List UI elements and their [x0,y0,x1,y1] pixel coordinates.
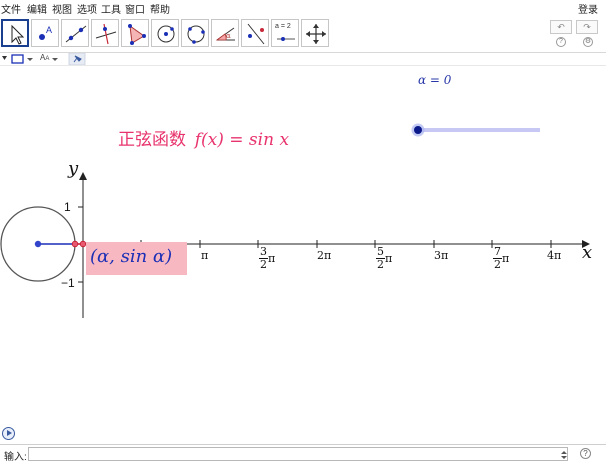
frac-den: 2 [377,258,384,271]
input-bar: 输入: ? [0,444,606,464]
angle-alpha-icon: α [215,27,235,41]
menu-help[interactable]: 帮助 [150,1,170,16]
move-tool-button[interactable] [1,19,29,47]
line-through-points-icon [65,25,87,43]
circle-center-point[interactable] [34,240,42,248]
frac-den: 2 [260,258,267,271]
point-tool-button[interactable]: A [31,19,59,47]
perpendicular-line-icon [95,23,117,45]
point-a-icon: A [39,25,52,40]
menu-file[interactable]: 文件 [1,1,21,16]
input-field[interactable] [28,447,568,461]
frac-suffix: π [385,252,393,265]
chevron-down-icon [27,58,33,61]
slider-knob[interactable] [414,126,422,134]
x-tick-label-pi: π [201,249,209,262]
x-tick-label-3pi: 3π [434,249,449,262]
frac-suffix: π [502,252,510,265]
circle-center-point-icon [157,25,175,43]
y-tick-label-minus1: −1 [61,276,75,290]
x-tick-label-7-2-pi: 7 2 π [493,246,509,271]
circle-center-tool-button[interactable] [151,19,179,47]
input-help-icon[interactable]: ? [580,448,591,459]
input-label: 输入: [4,452,27,463]
menu-tools[interactable]: 工具 [101,1,121,16]
login-link[interactable]: 登录 [578,1,598,16]
reflect-line-icon [247,23,265,45]
y-tick-label-1: 1 [64,200,71,214]
graphics-view[interactable]: α = 0 正弦函数 f(x) = sin x y x 1 −1 π 3 2 π… [0,66,606,438]
undo-button[interactable]: ↶ [550,20,572,34]
point-label[interactable]: (α, sin α) [90,246,172,267]
redo-button[interactable]: ↷ [576,20,598,34]
style-bar: AA [0,52,606,66]
line-tool-button[interactable] [61,19,89,47]
x-tick-label-4pi: 4π [547,249,562,262]
x-tick-label-2pi: 2π [317,249,332,262]
help-question-icon[interactable]: ? [556,37,566,47]
svg-text:A: A [46,25,52,35]
title-formula: f(x) = sin x [194,130,290,150]
menu-view[interactable]: 视图 [52,1,72,16]
x-tick-label-3-2-pi: 3 2 π [259,246,275,271]
x-axis-label: x [582,242,593,263]
function-title: 正弦函数 f(x) = sin x [118,125,289,150]
svg-text:α: α [226,32,231,40]
style-menu-arrow-icon [2,56,7,60]
color-box-icon [11,54,24,64]
y-axis-label: y [68,158,79,179]
title-chinese: 正弦函数 [118,130,186,149]
slider-tool-button[interactable]: a = 2 [271,19,299,47]
reflect-tool-button[interactable] [241,19,269,47]
move-view-tool-button[interactable] [301,19,329,47]
perpendicular-tool-button[interactable] [91,19,119,47]
polygon-tool-button[interactable] [121,19,149,47]
frac-suffix: π [268,252,276,265]
slider-label: α = 0 [418,73,452,87]
angle-tool-button[interactable]: α [211,19,239,47]
menu-options[interactable]: 选项 [77,1,97,16]
animation-play-button[interactable] [2,427,15,440]
circle-point[interactable] [71,240,79,248]
y-axis-arrow [79,172,87,180]
circle-three-points-icon [187,25,205,44]
sine-point[interactable] [79,240,87,248]
input-symbols-icon[interactable] [559,449,569,461]
menu-bar: 文件 编辑 视图 选项 工具 窗口 帮助 登录 [0,0,606,16]
style-bar-controls [2,53,86,65]
arrow-pointer-icon [11,24,25,45]
menu-window[interactable]: 窗口 [125,1,145,16]
move-graphics-view-icon [306,24,326,44]
toolbar: A α a = 2 ↶ ↷ ? ⚙ [0,18,606,50]
chevron-down-icon-2 [52,58,58,61]
triangle-polygon-icon [128,24,146,45]
circle-three-points-tool-button[interactable] [181,19,209,47]
gear-icon[interactable]: ⚙ [583,37,593,47]
font-size-label[interactable]: AA [40,53,49,62]
frac-den: 2 [494,258,501,271]
menu-edit[interactable]: 编辑 [27,1,47,16]
x-tick-label-5-2-pi: 5 2 π [376,246,392,271]
slider-tool-label: a = 2 [275,23,291,30]
